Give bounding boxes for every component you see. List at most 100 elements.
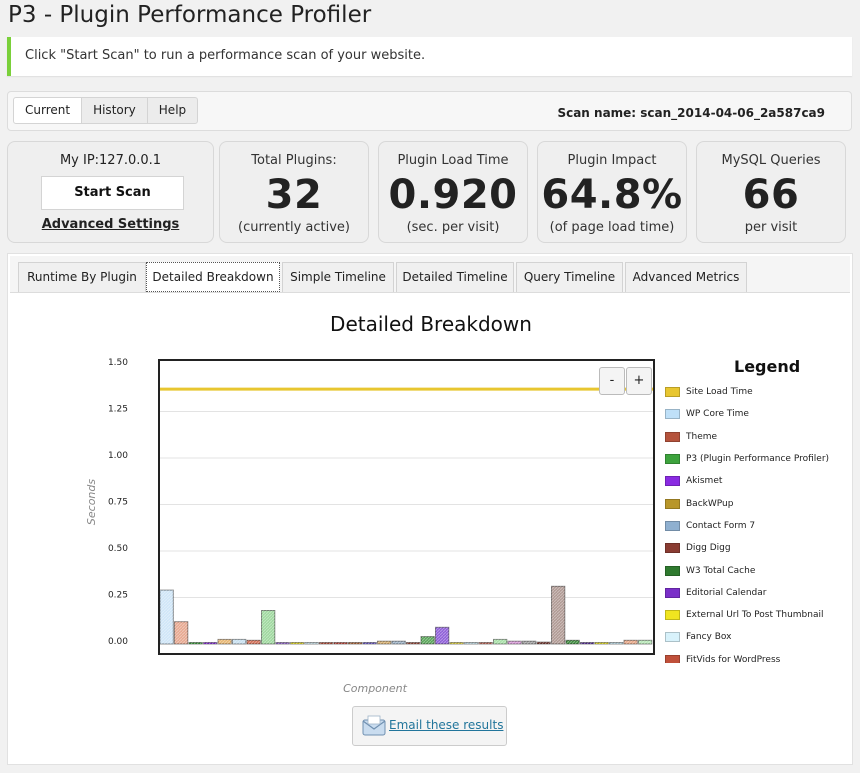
legend-label: Contact Form 7 — [686, 520, 756, 531]
bar-hatch — [479, 642, 493, 644]
legend-item: WP Core Time — [665, 403, 841, 425]
chart-gridlines — [159, 411, 654, 598]
email-results-button[interactable]: Email these results — [352, 706, 507, 746]
stat-value: 66 — [742, 172, 800, 218]
tab-history[interactable]: History — [81, 97, 148, 124]
legend-swatch — [665, 387, 680, 398]
legend-item: Fancy Box — [665, 626, 841, 648]
plot-frame — [158, 359, 655, 655]
email-results-label[interactable]: Email these results — [389, 718, 503, 732]
stat-total-plugins: Total Plugins: 32 (currently active) — [219, 141, 369, 243]
legend-swatch — [665, 654, 680, 663]
legend-item: Site Load Time — [665, 381, 841, 403]
bar-hatch — [160, 590, 174, 644]
bar-hatch — [247, 640, 261, 644]
stat-label: MySQL Queries — [721, 153, 821, 168]
legend-item: W3 Total Cache — [665, 559, 841, 581]
start-scan-button[interactable]: Start Scan — [41, 176, 184, 210]
bar-hatch — [580, 642, 594, 644]
bar-hatch — [537, 642, 551, 644]
y-tick-label: 1.25 — [108, 405, 128, 415]
bar-hatch — [377, 641, 391, 644]
bar-hatch — [276, 642, 290, 644]
bar-hatch — [232, 639, 246, 644]
bar-hatch — [522, 641, 536, 644]
bar-hatch — [334, 642, 348, 644]
legend-label: BackWPup — [686, 498, 734, 509]
y-tick-label: 1.50 — [108, 358, 128, 368]
bar-hatch — [551, 586, 565, 644]
legend-item: P3 (Plugin Performance Profiler) — [665, 448, 841, 470]
legend-label: External Url To Post Thumbnail — [686, 610, 824, 621]
stat-plugin-load-time: Plugin Load Time 0.920 (sec. per visit) — [378, 141, 528, 243]
zoom-out-button[interactable]: - — [599, 367, 625, 395]
legend-label: Akismet — [686, 476, 723, 487]
tab-current[interactable]: Current — [13, 97, 83, 124]
bar-hatch — [189, 642, 203, 644]
bar-hatch — [203, 642, 217, 644]
legend-swatch — [665, 520, 680, 531]
legend-label: Fancy Box — [686, 632, 732, 643]
ip-label: My IP:127.0.0.1 — [59, 153, 162, 168]
bar-hatch — [392, 641, 406, 644]
stat-value: 32 — [265, 172, 323, 218]
y-tick-label: 0.00 — [108, 637, 128, 647]
x-axis-label: Component — [343, 682, 408, 695]
y-axis-ticks: 1.50 1.25 1.00 0.75 0.50 0.25 0.00 — [108, 358, 128, 647]
chart-legend: Site Load Time WP Core Time Theme P3 (Plugi… — [665, 381, 841, 663]
legend-item: FitVids for WordPress — [665, 649, 841, 663]
bar-hatch — [261, 610, 275, 644]
stat-label: Plugin Impact — [567, 153, 657, 168]
legend-swatch — [665, 476, 680, 487]
legend-item: Theme — [665, 426, 841, 448]
scan-notice: Click "Start Scan" to run a performance … — [7, 37, 852, 76]
advanced-settings-link[interactable]: Advanced Settings — [8, 217, 213, 232]
stat-plugin-impact: Plugin Impact 64.8% (of page load time) — [537, 141, 687, 243]
legend-swatch — [665, 543, 680, 554]
stat-sub: per visit — [744, 220, 798, 235]
bar-hatch — [464, 642, 478, 644]
bar-hatch — [508, 641, 522, 644]
legend-label: W3 Total Cache — [686, 565, 756, 576]
legend-swatch — [665, 632, 680, 643]
legend-title: Legend — [734, 357, 801, 376]
legend-swatch — [665, 431, 680, 442]
legend-item: Akismet — [665, 470, 841, 492]
bar-hatch — [348, 642, 362, 644]
legend-label: Site Load Time — [686, 387, 753, 398]
stat-mysql-queries: MySQL Queries 66 per visit — [696, 141, 846, 243]
stat-value: 64.8% — [541, 172, 683, 218]
stat-sub: (of page load time) — [549, 220, 675, 235]
bar-hatch — [421, 636, 435, 644]
bar-hatch — [363, 642, 377, 644]
legend-label: Digg Digg — [686, 543, 731, 554]
legend-item: BackWPup — [665, 492, 841, 514]
legend-item: Contact Form 7 — [665, 515, 841, 537]
bar-hatch — [624, 640, 638, 644]
results-panel: Runtime By Plugin Detailed Breakdown Sim… — [7, 253, 853, 765]
legend-swatch — [665, 454, 680, 465]
bar-hatch — [218, 639, 232, 644]
bar-hatch — [174, 621, 188, 644]
stat-value: 0.920 — [388, 172, 518, 218]
legend-swatch — [665, 409, 680, 420]
zoom-in-button[interactable]: + — [626, 367, 652, 395]
stat-sub: (sec. per visit) — [406, 220, 500, 235]
legend-swatch — [665, 587, 680, 598]
tab-help[interactable]: Help — [146, 97, 199, 124]
bar-hatch — [305, 642, 319, 644]
y-tick-label: 0.25 — [108, 591, 128, 601]
bar-hatch — [595, 642, 609, 644]
top-tabs: Current History Help — [13, 97, 199, 124]
legend-label: P3 (Plugin Performance Profiler) — [686, 454, 830, 465]
legend-label: WP Core Time — [686, 409, 749, 420]
top-tab-bar: Current History Help Scan name: scan_201… — [7, 91, 852, 131]
chart-bars — [159, 585, 653, 645]
legend-label: Editorial Calendar — [686, 587, 767, 598]
bar-hatch — [566, 640, 580, 644]
legend-label: FitVids for WordPress — [686, 654, 781, 663]
legend-swatch — [665, 565, 680, 576]
legend-item: Editorial Calendar — [665, 582, 841, 604]
legend-label: Theme — [686, 431, 718, 442]
bar-hatch — [638, 640, 652, 644]
